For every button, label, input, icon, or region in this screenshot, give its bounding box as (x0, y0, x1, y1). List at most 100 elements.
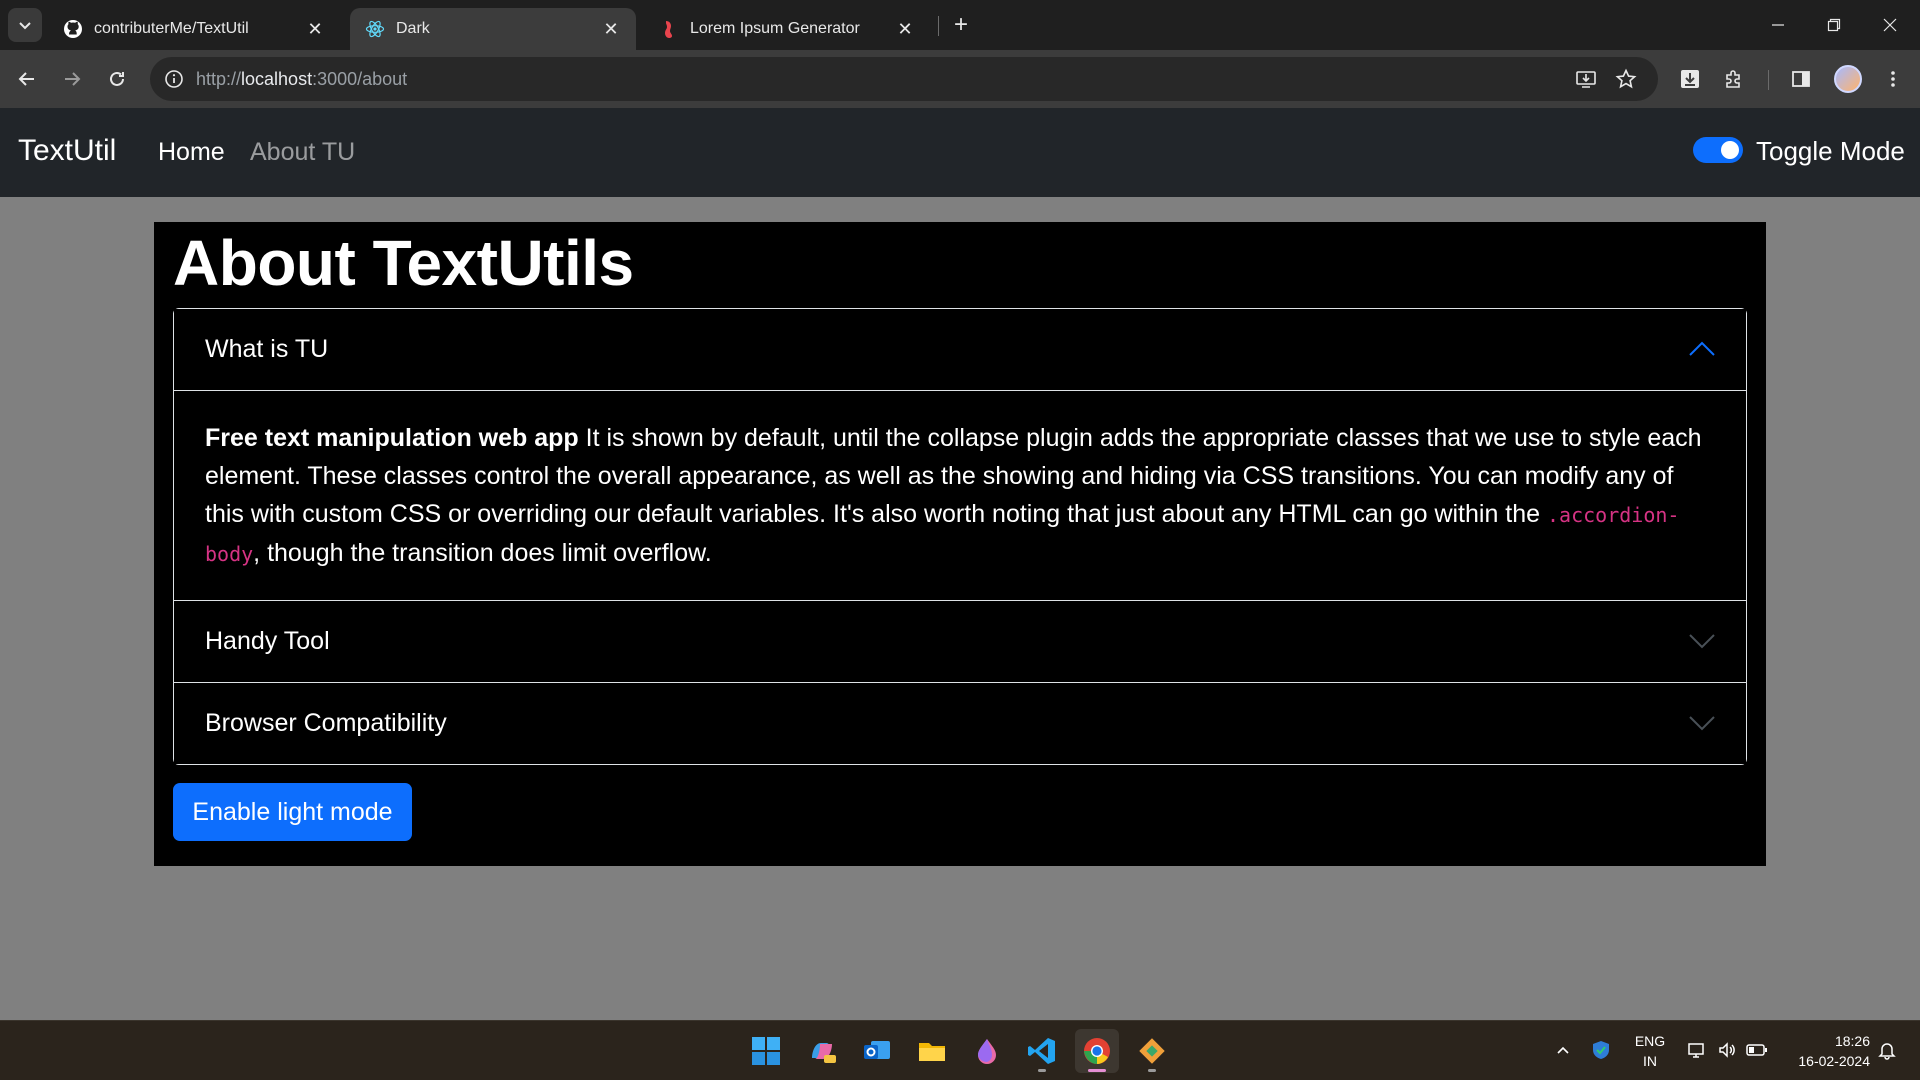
browser-tab[interactable]: contributerMe/TextUtil ✕ (48, 8, 340, 50)
chevron-down-icon (1688, 629, 1716, 653)
about-container: About TextUtils What is TU Free text man… (154, 222, 1766, 866)
volume-icon[interactable] (1716, 1039, 1738, 1061)
region-code: IN (1643, 1053, 1657, 1069)
outlook-icon (864, 1041, 890, 1059)
drop-icon (978, 1039, 996, 1064)
tab-title: contributerMe/TextUtil (94, 20, 249, 37)
toggle-mode-label[interactable]: Toggle Mode (1756, 136, 1905, 167)
close-icon[interactable]: ✕ (304, 18, 326, 40)
back-button[interactable] (10, 62, 44, 96)
accordion-header-what-is-tu[interactable]: What is TU (174, 309, 1746, 390)
arrow-right-icon (65, 72, 81, 86)
running-indicator (1088, 1069, 1106, 1072)
toolbar-divider (1768, 70, 1769, 90)
folder-icon (919, 1043, 945, 1061)
page-title: About TextUtils (173, 227, 634, 299)
running-indicator (1148, 1069, 1156, 1072)
close-icon[interactable]: ✕ (600, 18, 622, 40)
clock-time: 18:26 (1834, 1033, 1870, 1049)
chevron-up-icon (1557, 1046, 1569, 1054)
battery-icon[interactable] (1746, 1039, 1768, 1061)
copilot-icon (812, 1043, 836, 1063)
close-window-button[interactable] (1862, 0, 1918, 50)
accordion-body-bold: Free text manipulation web app (205, 424, 579, 452)
side-panel-icon (1792, 71, 1810, 87)
site-info-icon[interactable] (160, 65, 188, 93)
browser-tab-active[interactable]: Dark ✕ (350, 8, 636, 50)
github-icon (62, 18, 84, 40)
tab-title: Dark (396, 20, 430, 37)
browser-menu-button[interactable] (1876, 62, 1910, 96)
vscode-app[interactable] (1020, 1029, 1064, 1073)
more-vertical-icon (1891, 71, 1895, 87)
nav-link-about[interactable]: About TU (250, 138, 355, 167)
browser-toolbar: http://localhost:3000/about (0, 50, 1920, 108)
tab-search-button[interactable] (8, 8, 42, 42)
git-icon (1139, 1038, 1165, 1064)
git-app[interactable] (1130, 1029, 1174, 1073)
language-code: ENG (1634, 1033, 1666, 1049)
accordion-body-tail: , though the transition does limit overf… (253, 539, 712, 567)
windows-icon (752, 1037, 780, 1065)
accordion-header-handy-tool[interactable]: Handy Tool (174, 601, 1746, 682)
url-text: http://localhost:3000/about (196, 69, 408, 89)
accordion: What is TU Free text manipulation web ap… (173, 308, 1747, 765)
notification-bell-icon[interactable] (1876, 1039, 1898, 1061)
browser-tab[interactable]: Lorem Ipsum Generator ✕ (644, 8, 930, 50)
new-tab-button[interactable]: + (948, 11, 974, 38)
tab-separator (938, 16, 939, 36)
profile-avatar[interactable] (1834, 65, 1862, 93)
chrome-icon (1084, 1038, 1110, 1064)
react-icon (364, 18, 386, 40)
start-button[interactable] (744, 1029, 788, 1073)
show-hidden-icons-button[interactable] (1552, 1039, 1574, 1061)
accordion-item: What is TU Free text manipulation web ap… (174, 309, 1746, 601)
download-icon (1681, 70, 1699, 88)
network-icon[interactable] (1686, 1039, 1708, 1061)
lorem-ipsum-icon (658, 18, 680, 40)
restore-button[interactable] (1806, 0, 1862, 50)
accordion-item: Handy Tool (174, 601, 1746, 683)
running-indicator (1038, 1069, 1046, 1072)
close-icon[interactable]: ✕ (894, 18, 916, 40)
copilot-app[interactable] (800, 1029, 844, 1073)
system-clock[interactable]: 18:26 16-02-2024 (1780, 1031, 1870, 1071)
chrome-app[interactable] (1075, 1029, 1119, 1073)
accordion-body: Free text manipulation web app It is sho… (174, 390, 1746, 600)
accordion-header-browser-compatibility[interactable]: Browser Compatibility (174, 683, 1746, 764)
close-icon (1883, 18, 1897, 32)
security-shield-icon[interactable] (1590, 1039, 1612, 1061)
tab-title: Lorem Ipsum Generator (690, 20, 860, 37)
chevron-up-icon (1688, 337, 1716, 361)
clock-date: 16-02-2024 (1798, 1053, 1870, 1069)
navbar-brand[interactable]: TextUtil (18, 134, 116, 168)
chevron-down-icon (1688, 711, 1716, 735)
side-panel-button[interactable] (1784, 62, 1818, 96)
forward-button[interactable] (55, 62, 89, 96)
web-page: TextUtil Home About TU Toggle Mode About… (0, 108, 1920, 1020)
downloads-button[interactable] (1673, 62, 1707, 96)
paint-drop-app[interactable] (965, 1029, 1009, 1073)
reload-button[interactable] (100, 62, 134, 96)
minimize-icon (1772, 24, 1784, 26)
accordion-header-label: Browser Compatibility (205, 709, 447, 737)
file-explorer-app[interactable] (910, 1029, 954, 1073)
restore-icon (1827, 18, 1841, 32)
outlook-app[interactable] (855, 1029, 899, 1073)
extensions-button[interactable] (1717, 62, 1751, 96)
address-bar[interactable]: http://localhost:3000/about (150, 57, 1658, 101)
switch-knob (1721, 141, 1739, 159)
browser-tab-strip: contributerMe/TextUtil ✕ Dark ✕ Lorem Ip… (0, 0, 1920, 50)
reload-icon (110, 71, 124, 86)
arrow-left-icon (18, 72, 34, 86)
accordion-item: Browser Compatibility (174, 683, 1746, 764)
nav-link-home[interactable]: Home (158, 138, 225, 167)
enable-light-mode-button[interactable]: Enable light mode (173, 783, 412, 841)
minimize-button[interactable] (1750, 0, 1806, 50)
bookmark-star-icon[interactable] (1612, 65, 1640, 93)
navbar: TextUtil Home About TU Toggle Mode (0, 108, 1920, 197)
puzzle-icon (1726, 70, 1740, 88)
toggle-mode-switch[interactable] (1693, 137, 1743, 163)
language-indicator[interactable]: ENG IN (1632, 1031, 1668, 1071)
install-app-icon[interactable] (1572, 65, 1600, 93)
